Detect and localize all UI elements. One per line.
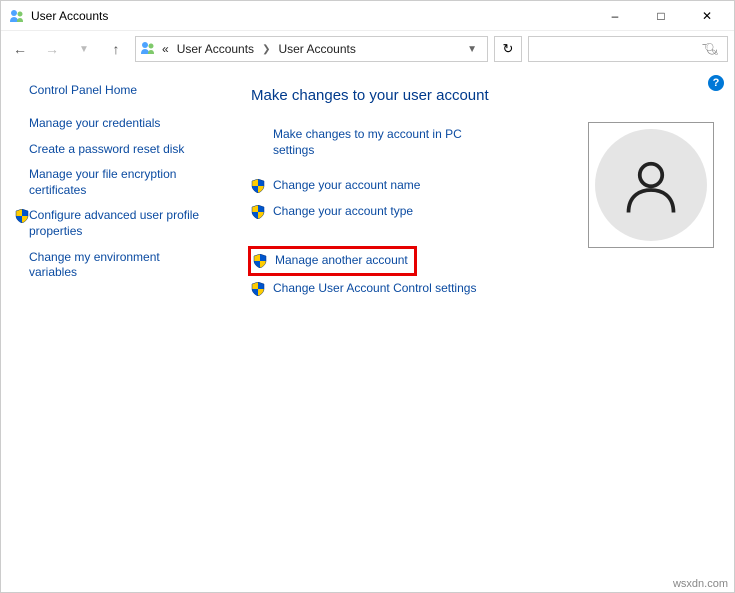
forward-button[interactable]: → [39, 36, 65, 62]
sidebar-item-label: Manage your credentials [29, 116, 211, 132]
sidebar-item-manage-credentials[interactable]: Manage your credentials [15, 111, 211, 137]
close-button[interactable]: ✕ [684, 2, 730, 30]
shield-icon [15, 208, 29, 223]
sidebar-item-label: Create a password reset disk [29, 142, 211, 158]
link-change-uac-settings[interactable]: Change User Account Control settings [251, 276, 572, 302]
breadcrumb-seg-2[interactable]: User Accounts [276, 42, 357, 56]
minimize-button[interactable]: – [592, 2, 638, 30]
search-input[interactable]: ˉ◡ 🔍︎ [528, 36, 728, 62]
main-content: Make changes to your user account Make c… [221, 67, 734, 302]
refresh-button[interactable]: ↻ [494, 36, 522, 62]
search-icon: 🔍︎ [704, 42, 719, 56]
sidebar-item-label: Manage your file encryption certificates [29, 167, 211, 198]
up-button[interactable]: ↑ [103, 36, 129, 62]
shield-icon [251, 204, 273, 219]
breadcrumb-seg-1[interactable]: User Accounts [175, 42, 256, 56]
link-label: Make changes to my account in PC setting… [273, 127, 473, 158]
link-label: Change your account name [273, 178, 420, 194]
sidebar-item-file-encryption-certs[interactable]: Manage your file encryption certificates [15, 162, 211, 203]
sidebar-item-label: Configure advanced user profile properti… [29, 208, 211, 239]
sidebar-item-advanced-profile[interactable]: Configure advanced user profile properti… [15, 203, 211, 244]
nav-bar: ← → ▼ ↑ « User Accounts ❯ User Accounts … [1, 31, 734, 67]
chevron-right-icon[interactable]: ❯ [260, 44, 272, 55]
sidebar-heading[interactable]: Control Panel Home [15, 83, 211, 97]
link-change-account-type[interactable]: Change your account type [251, 199, 572, 225]
link-label: Change your account type [273, 204, 413, 220]
shield-icon [251, 178, 273, 193]
shield-icon [253, 253, 275, 268]
avatar-icon [595, 129, 707, 241]
title-bar: User Accounts – □ ✕ [1, 1, 734, 31]
app-users-icon [9, 8, 25, 24]
sidebar: Control Panel Home Manage your credentia… [1, 67, 221, 302]
link-change-account-name[interactable]: Change your account name [251, 173, 572, 199]
highlighted-box: Manage another account [248, 246, 417, 276]
recent-dropdown[interactable]: ▼ [71, 36, 97, 62]
breadcrumb-prefix: « [160, 42, 171, 56]
address-bar[interactable]: « User Accounts ❯ User Accounts ▼ [135, 36, 488, 62]
sidebar-item-label: Change my environment variables [29, 250, 211, 281]
page-title: Make changes to your user account [251, 87, 714, 104]
shield-icon [251, 281, 273, 296]
link-label: Change User Account Control settings [273, 281, 476, 297]
link-manage-another-account[interactable]: Manage another account [253, 251, 408, 271]
back-button[interactable]: ← [7, 36, 33, 62]
account-picture [588, 122, 714, 248]
window-title: User Accounts [31, 9, 108, 23]
link-pc-settings[interactable]: Make changes to my account in PC setting… [251, 122, 572, 163]
sidebar-item-password-reset-disk[interactable]: Create a password reset disk [15, 137, 211, 163]
watermark: wsxdn.com [673, 578, 728, 590]
address-users-icon [140, 40, 156, 59]
address-dropdown-icon[interactable]: ▼ [461, 44, 483, 55]
link-label: Manage another account [275, 253, 408, 269]
maximize-button[interactable]: □ [638, 2, 684, 30]
sidebar-item-env-variables[interactable]: Change my environment variables [15, 245, 211, 286]
